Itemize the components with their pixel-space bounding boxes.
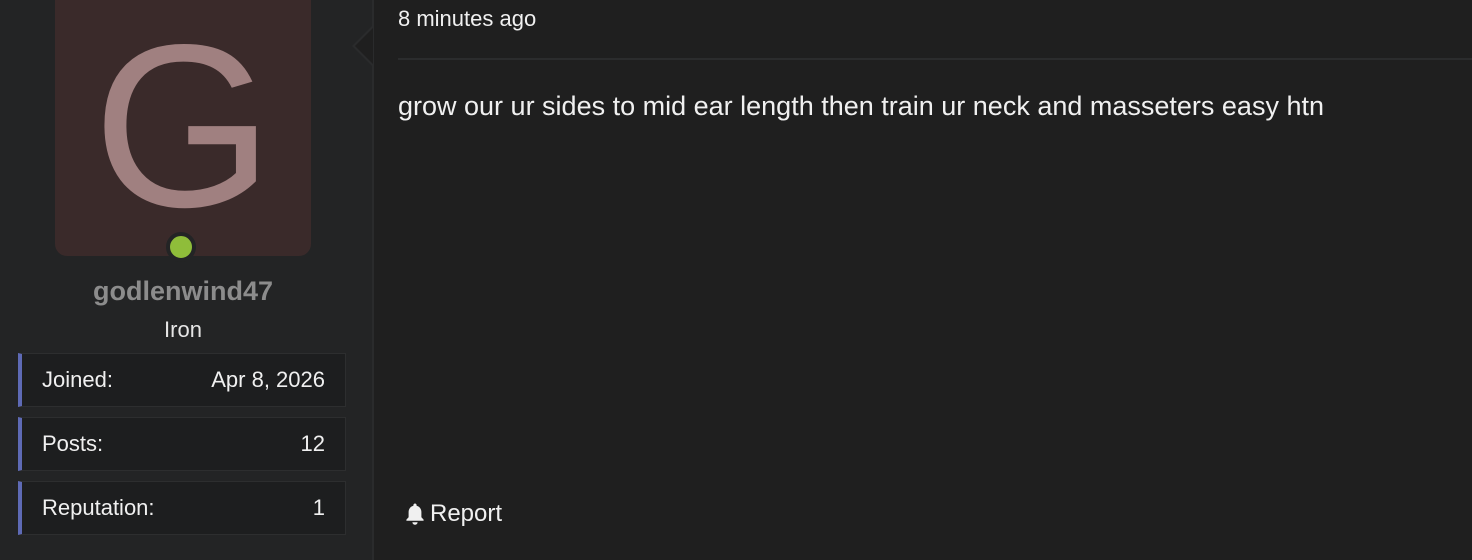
username[interactable]: godlenwind47 <box>0 276 366 307</box>
stat-value: 12 <box>300 431 325 456</box>
stat-reputation: Reputation: 1 <box>18 481 346 535</box>
stat-joined: Joined: Apr 8, 2026 <box>18 353 346 407</box>
forum-post: G godlenwind47 Iron Joined: Apr 8, 2026 … <box>0 0 1472 560</box>
avatar-letter: G <box>92 0 274 256</box>
avatar[interactable]: G <box>55 0 311 256</box>
user-rank-title: Iron <box>164 317 202 342</box>
stat-label: Posts: <box>42 431 104 456</box>
stat-posts: Posts: 12 <box>18 417 346 471</box>
stat-value: Apr 8, 2026 <box>211 367 325 392</box>
user-panel: G godlenwind47 Iron Joined: Apr 8, 2026 … <box>0 0 374 560</box>
post-pointer-arrow-inner <box>355 28 373 64</box>
report-label: Report <box>430 500 503 527</box>
bell-icon <box>406 503 424 525</box>
online-status-indicator <box>166 232 196 262</box>
stat-label: Joined: <box>42 367 113 392</box>
report-button[interactable]: Report <box>404 500 502 528</box>
stat-label: Reputation: <box>42 495 155 520</box>
post-message: grow our ur sides to mid ear length then… <box>398 91 1324 121</box>
post-timestamp[interactable]: 8 minutes ago <box>398 6 536 32</box>
stat-value: 1 <box>312 495 325 520</box>
post-header-divider <box>398 58 1472 60</box>
